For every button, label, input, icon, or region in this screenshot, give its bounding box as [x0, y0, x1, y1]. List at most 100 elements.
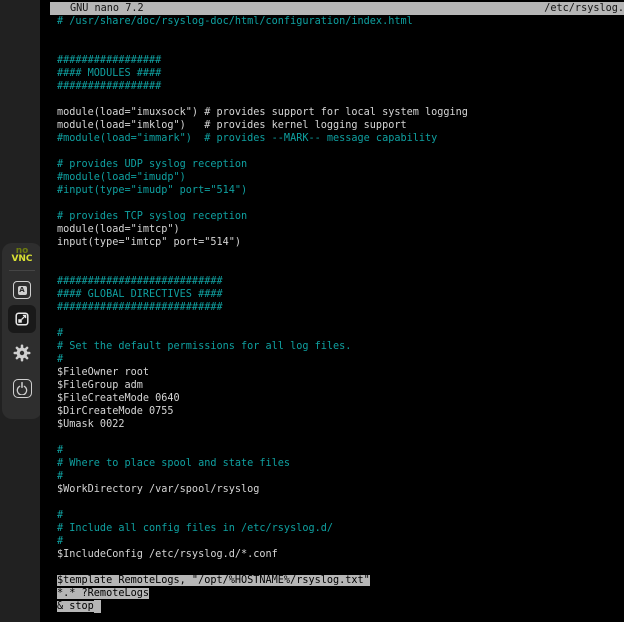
- nano-file-path: /etc/rsyslog.: [544, 2, 624, 15]
- editor-line: [57, 28, 468, 41]
- editor-line: #: [57, 470, 468, 483]
- editor-line-text: #: [57, 328, 63, 339]
- editor-line: #### MODULES ####: [57, 67, 468, 80]
- editor-line: [57, 41, 468, 54]
- editor-line-text: $WorkDirectory /var/spool/rsyslog: [57, 484, 259, 495]
- editor-line: # Include all config files in /etc/rsysl…: [57, 522, 468, 535]
- editor-line-text: & stop: [57, 601, 94, 612]
- nano-titlebar: GNU nano 7.2 /etc/rsyslog.: [50, 2, 624, 15]
- vnc-control-panel: no VNC A: [2, 243, 42, 419]
- editor-line-text: input(type="imtcp" port="514"): [57, 237, 241, 248]
- editor-line-text: $FileCreateMode 0640: [57, 393, 180, 404]
- editor-line-text: module(load="imklog") # provides kernel …: [57, 120, 407, 131]
- editor-line: $FileCreateMode 0640: [57, 392, 468, 405]
- editor-line-text: # /usr/share/doc/rsyslog-doc/html/config…: [57, 16, 413, 27]
- editor-line: #### GLOBAL DIRECTIVES ####: [57, 288, 468, 301]
- editor-line: $IncludeConfig /etc/rsyslog.d/*.conf: [57, 548, 468, 561]
- editor-line: & stop: [57, 600, 468, 613]
- editor-line-text: #################: [57, 55, 161, 66]
- editor-line: [57, 197, 468, 210]
- editor-line-text: $FileGroup adm: [57, 380, 143, 391]
- editor-line: #: [57, 535, 468, 548]
- editor-line-text: #### MODULES ####: [57, 68, 161, 79]
- editor-line: [57, 93, 468, 106]
- gear-icon: [12, 343, 32, 363]
- editor-line-text: $IncludeConfig /etc/rsyslog.d/*.conf: [57, 549, 278, 560]
- settings-button[interactable]: [11, 342, 33, 364]
- editor-line-text: $DirCreateMode 0755: [57, 406, 174, 417]
- editor-line: [57, 262, 468, 275]
- editor-line: #input(type="imudp" port="514"): [57, 184, 468, 197]
- fullscreen-button[interactable]: [8, 305, 36, 333]
- editor-line: [57, 496, 468, 509]
- editor-line: input(type="imtcp" port="514"): [57, 236, 468, 249]
- editor-line-text: #input(type="imudp" port="514"): [57, 185, 247, 196]
- panel-divider: [9, 270, 35, 271]
- fullscreen-icon: [14, 311, 30, 327]
- text-cursor: [94, 600, 101, 613]
- editor-line-text: #module(load="imudp"): [57, 172, 186, 183]
- editor-line: $FileGroup adm: [57, 379, 468, 392]
- keyboard-key-letter: A: [18, 286, 27, 295]
- editor-line: $FileOwner root: [57, 366, 468, 379]
- editor-line: module(load="imklog") # provides kernel …: [57, 119, 468, 132]
- screen: no VNC A: [0, 0, 624, 622]
- editor-line-text: #module(load="immark") # provides --MARK…: [57, 133, 437, 144]
- editor-line: $Umask 0022: [57, 418, 468, 431]
- editor-line-text: module(load="imuxsock") # provides suppo…: [57, 107, 468, 118]
- editor-line: #: [57, 444, 468, 457]
- editor-line: # provides UDP syslog reception: [57, 158, 468, 171]
- editor-line-text: #### GLOBAL DIRECTIVES ####: [57, 289, 223, 300]
- editor-line-text: #################: [57, 81, 161, 92]
- editor-line: # provides TCP syslog reception: [57, 210, 468, 223]
- terminal-screen[interactable]: GNU nano 7.2 /etc/rsyslog. # /usr/share/…: [40, 0, 624, 622]
- editor-line: *.* ?RemoteLogs: [57, 587, 468, 600]
- editor-line-text: module(load="imtcp"): [57, 224, 180, 235]
- editor-line: $WorkDirectory /var/spool/rsyslog: [57, 483, 468, 496]
- power-button[interactable]: [11, 377, 33, 399]
- editor-line: [57, 145, 468, 158]
- editor-line: #: [57, 327, 468, 340]
- editor-line-text: # Include all config files in /etc/rsysl…: [57, 523, 333, 534]
- editor-line: #module(load="imudp"): [57, 171, 468, 184]
- editor-line: [57, 249, 468, 262]
- editor-line: #: [57, 509, 468, 522]
- editor-line-text: #: [57, 354, 63, 365]
- editor-line: #################: [57, 54, 468, 67]
- editor-line-text: #: [57, 510, 63, 521]
- editor-line: ###########################: [57, 301, 468, 314]
- editor-line: [57, 561, 468, 574]
- editor-line: module(load="imuxsock") # provides suppo…: [57, 106, 468, 119]
- editor-line-text: $FileOwner root: [57, 367, 149, 378]
- nano-version: GNU nano 7.2: [70, 2, 144, 15]
- editor-line-text: *.* ?RemoteLogs: [57, 588, 149, 599]
- editor-line: $DirCreateMode 0755: [57, 405, 468, 418]
- editor-line: [57, 431, 468, 444]
- editor-line-text: $Umask 0022: [57, 419, 124, 430]
- editor-line-text: # Where to place spool and state files: [57, 458, 290, 469]
- editor-line: # /usr/share/doc/rsyslog-doc/html/config…: [57, 15, 468, 28]
- editor-line-text: # provides TCP syslog reception: [57, 211, 247, 222]
- editor-line-text: $template RemoteLogs, "/opt/%HOSTNAME%/r…: [57, 575, 370, 586]
- editor-line: [57, 314, 468, 327]
- editor-line-text: #: [57, 536, 63, 547]
- keyboard-key-icon: A: [13, 281, 31, 299]
- novnc-logo-vnc: VNC: [2, 255, 42, 263]
- editor-line: #################: [57, 80, 468, 93]
- editor-line-text: #: [57, 445, 63, 456]
- editor-line-text: ###########################: [57, 302, 223, 313]
- editor-line: module(load="imtcp"): [57, 223, 468, 236]
- editor-line: ###########################: [57, 275, 468, 288]
- editor-line-text: # provides UDP syslog reception: [57, 159, 247, 170]
- editor-line: #module(load="immark") # provides --MARK…: [57, 132, 468, 145]
- editor-lines: # /usr/share/doc/rsyslog-doc/html/config…: [57, 15, 468, 613]
- editor-line: # Set the default permissions for all lo…: [57, 340, 468, 353]
- editor-line-text: # Set the default permissions for all lo…: [57, 341, 351, 352]
- editor-line: # Where to place spool and state files: [57, 457, 468, 470]
- editor-line-text: ###########################: [57, 276, 223, 287]
- editor-line: #: [57, 353, 468, 366]
- keyboard-button[interactable]: A: [11, 279, 33, 301]
- novnc-logo: no VNC: [2, 247, 42, 263]
- editor-line-text: #: [57, 471, 63, 482]
- editor-line: $template RemoteLogs, "/opt/%HOSTNAME%/r…: [57, 574, 468, 587]
